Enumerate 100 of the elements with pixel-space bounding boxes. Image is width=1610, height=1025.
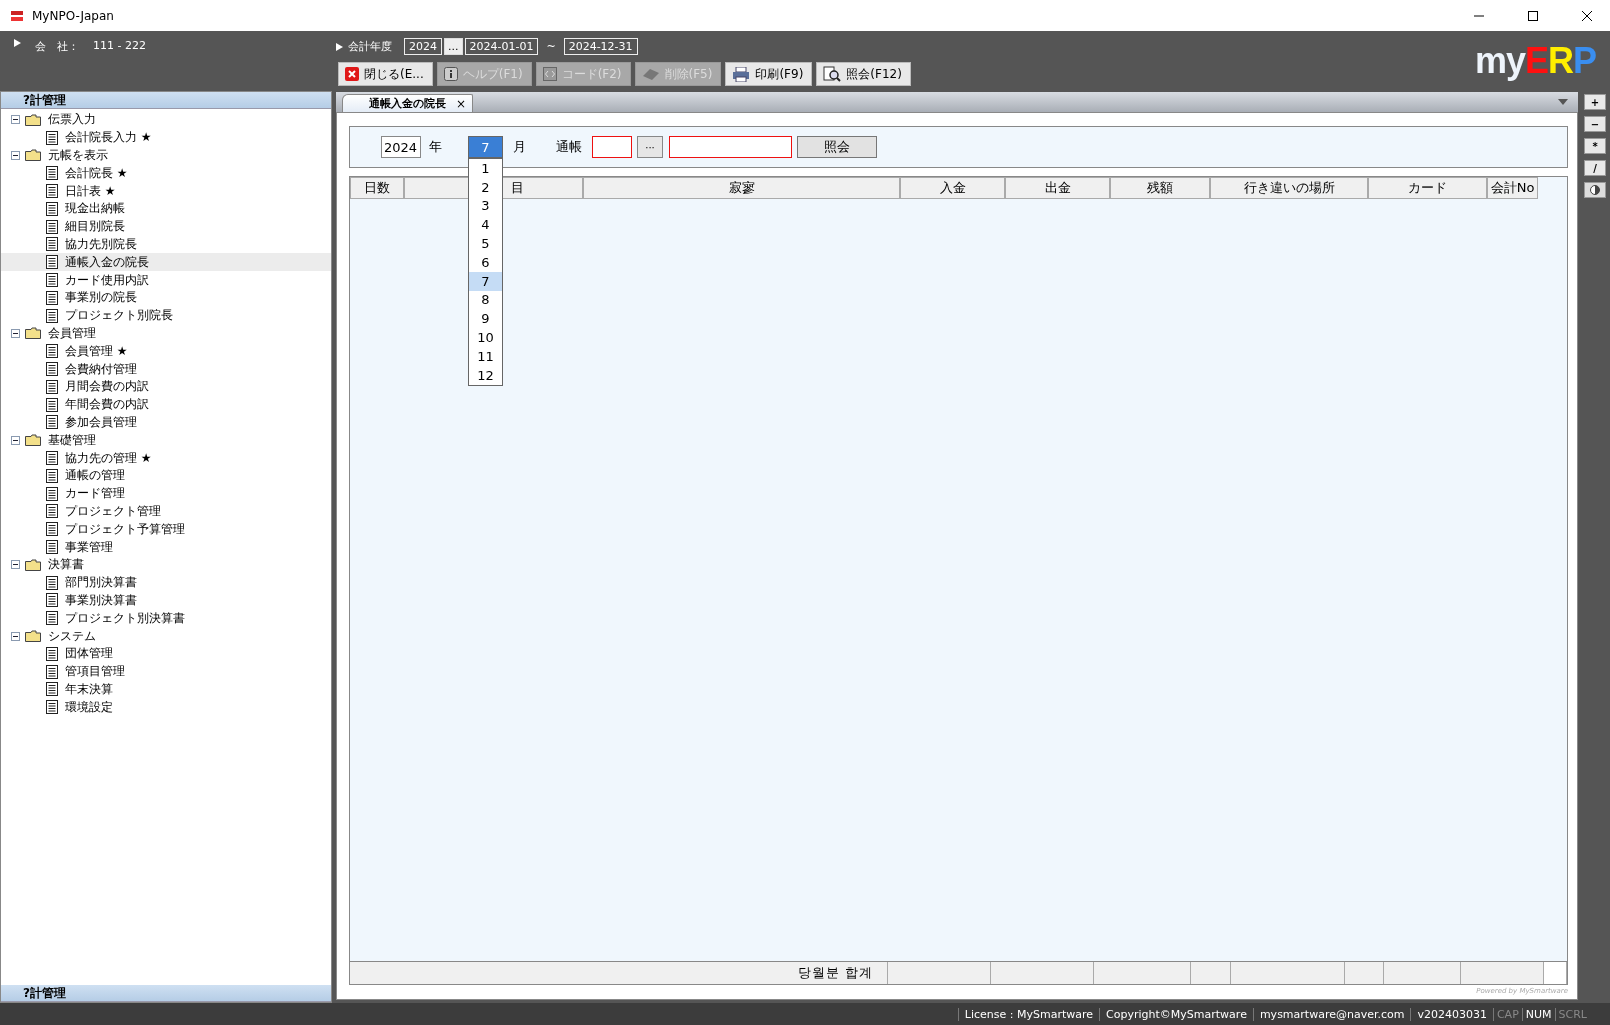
document-icon xyxy=(46,255,58,270)
document-icon xyxy=(46,486,58,501)
tree-item[interactable]: 協力先別院長 xyxy=(1,235,331,254)
window-title: MyNPO-Japan xyxy=(32,8,115,23)
account-label: 通帳 xyxy=(556,138,582,156)
range-separator: ~ xyxy=(546,40,556,53)
tree-item[interactable]: 管項目管理 xyxy=(1,662,331,681)
key-indicator: SCRL xyxy=(1554,1007,1590,1021)
folder-icon xyxy=(25,149,41,162)
tree-item[interactable]: 部門別決算書 xyxy=(1,573,331,592)
document-icon xyxy=(46,700,58,715)
tree-item[interactable]: 環境設定 xyxy=(1,698,331,717)
tree-item[interactable]: 細目別院長 xyxy=(1,217,331,236)
column-header: 残額 xyxy=(1110,177,1210,199)
status-text: Copyright©MySmartware xyxy=(1099,1007,1253,1021)
tree-item[interactable]: 協力先の管理 ★ xyxy=(1,449,331,467)
document-icon xyxy=(46,166,58,181)
tree-item[interactable]: プロジェクト別決算書 xyxy=(1,609,331,628)
toolbar-button[interactable]: 印刷(F9) xyxy=(725,62,813,86)
fiscal-year-field[interactable]: 2024 xyxy=(404,38,442,55)
toolbar-button[interactable]: 閉じる(E... xyxy=(338,62,433,86)
document-icon xyxy=(46,344,58,359)
end-date-field[interactable]: 2024-12-31 xyxy=(563,38,638,55)
document-tab[interactable]: 通帳入金の院長 × xyxy=(342,94,474,112)
document-icon xyxy=(46,130,58,145)
document-icon xyxy=(46,362,58,377)
document-icon xyxy=(46,219,58,234)
document-icon xyxy=(46,397,58,412)
column-header: カード xyxy=(1368,177,1487,199)
dropdown-arrow-icon[interactable] xyxy=(1558,99,1568,105)
month-dropdown[interactable]: 7 xyxy=(468,136,503,158)
tree-item[interactable]: 会費納付管理 xyxy=(1,360,331,378)
document-icon xyxy=(46,646,58,661)
collapse-icon[interactable] xyxy=(11,115,20,125)
column-header: 行き違いの場所 xyxy=(1210,177,1368,199)
collapse-icon[interactable] xyxy=(11,435,20,445)
tree-item[interactable]: プロジェクト管理 xyxy=(1,502,331,521)
code-icon xyxy=(542,67,557,81)
account-code-field[interactable] xyxy=(592,136,632,158)
side-button[interactable]: − xyxy=(1584,116,1606,132)
close-tab-button[interactable]: × xyxy=(456,96,467,111)
document-icon xyxy=(46,379,58,394)
tree-folder[interactable]: 元帳を表示 xyxy=(46,147,110,164)
status-text: License : MySmartware xyxy=(957,1007,1100,1021)
folder-icon xyxy=(25,113,41,126)
side-button[interactable]: / xyxy=(1584,160,1606,176)
tree-item[interactable]: プロジェクト予算管理 xyxy=(1,520,331,539)
collapse-icon[interactable] xyxy=(11,151,20,160)
tree-item[interactable]: 参加会員管理 xyxy=(1,413,331,432)
tree-item[interactable]: カード管理 xyxy=(1,484,331,503)
tree-item[interactable]: 事業管理 xyxy=(1,538,331,556)
tree-item[interactable]: 会計院長入力 ★ xyxy=(1,128,331,147)
column-header: 入金 xyxy=(900,177,1005,199)
tree-item[interactable]: 事業別の院長 xyxy=(1,288,331,307)
tree-item[interactable]: カード使用内訳 xyxy=(1,271,331,289)
collapse-icon[interactable] xyxy=(11,328,20,338)
app-logo-icon xyxy=(10,9,24,22)
tree-item[interactable]: 事業別決算書 xyxy=(1,591,331,610)
tree-item[interactable]: 通帳の管理 xyxy=(1,466,331,485)
toolbar-button[interactable]: 照会(F12) xyxy=(816,62,911,86)
fiscal-year-label: 会計年度 xyxy=(348,39,392,54)
year-field[interactable]: 2024 xyxy=(381,136,421,158)
tree-item[interactable]: 年末決算 xyxy=(1,680,331,699)
total-cell xyxy=(1543,962,1567,984)
play-icon xyxy=(14,39,21,47)
tree-folder[interactable]: 会員管理 xyxy=(46,324,98,342)
status-text: mysmartware@naver.com xyxy=(1252,1007,1411,1021)
side-button[interactable]: + xyxy=(1584,94,1606,110)
collapse-icon[interactable] xyxy=(11,560,20,570)
tree-item[interactable]: 月間会費の内訳 xyxy=(1,377,331,396)
browse-button[interactable]: ... xyxy=(444,38,463,55)
tree-item[interactable]: 会計院長 ★ xyxy=(1,164,331,183)
contrast-icon xyxy=(1590,185,1600,195)
account-name-field[interactable] xyxy=(669,136,792,158)
side-button[interactable]: * xyxy=(1584,138,1606,154)
tree-folder[interactable]: 基礎管理 xyxy=(46,431,98,449)
document-icon xyxy=(46,308,58,323)
key-indicator: CAP xyxy=(1492,1007,1522,1021)
document-icon xyxy=(46,290,58,305)
year-unit: 年 xyxy=(429,138,442,156)
start-date-field[interactable]: 2024-01-01 xyxy=(464,38,539,55)
tree-item[interactable]: 通帳入金の院長 xyxy=(1,253,331,272)
column-header: 日数 xyxy=(350,177,404,199)
status-text: v202403031 xyxy=(1410,1007,1493,1021)
info-icon xyxy=(443,67,458,81)
document-icon xyxy=(46,273,58,288)
eraser-icon xyxy=(641,67,660,81)
browse-button[interactable]: ··· xyxy=(637,136,663,158)
tree-item[interactable]: 年間会費の内訳 xyxy=(1,395,331,414)
tree-folder[interactable]: システム xyxy=(46,627,98,645)
collapse-icon[interactable] xyxy=(11,631,20,641)
tree-folder[interactable]: 決算書 xyxy=(46,556,86,574)
tree-folder[interactable]: 伝票入力 xyxy=(46,111,98,129)
tree-item[interactable]: 日計表 ★ xyxy=(1,182,331,200)
tree-item[interactable]: 団体管理 xyxy=(1,644,331,663)
tree-item[interactable]: 会員管理 ★ xyxy=(1,342,331,361)
tree-item[interactable]: プロジェクト別院長 xyxy=(1,306,331,325)
tree-item[interactable]: 現金出納帳 xyxy=(1,200,331,218)
query-button[interactable]: 照会 xyxy=(797,136,877,158)
contrast-button[interactable] xyxy=(1584,182,1606,198)
